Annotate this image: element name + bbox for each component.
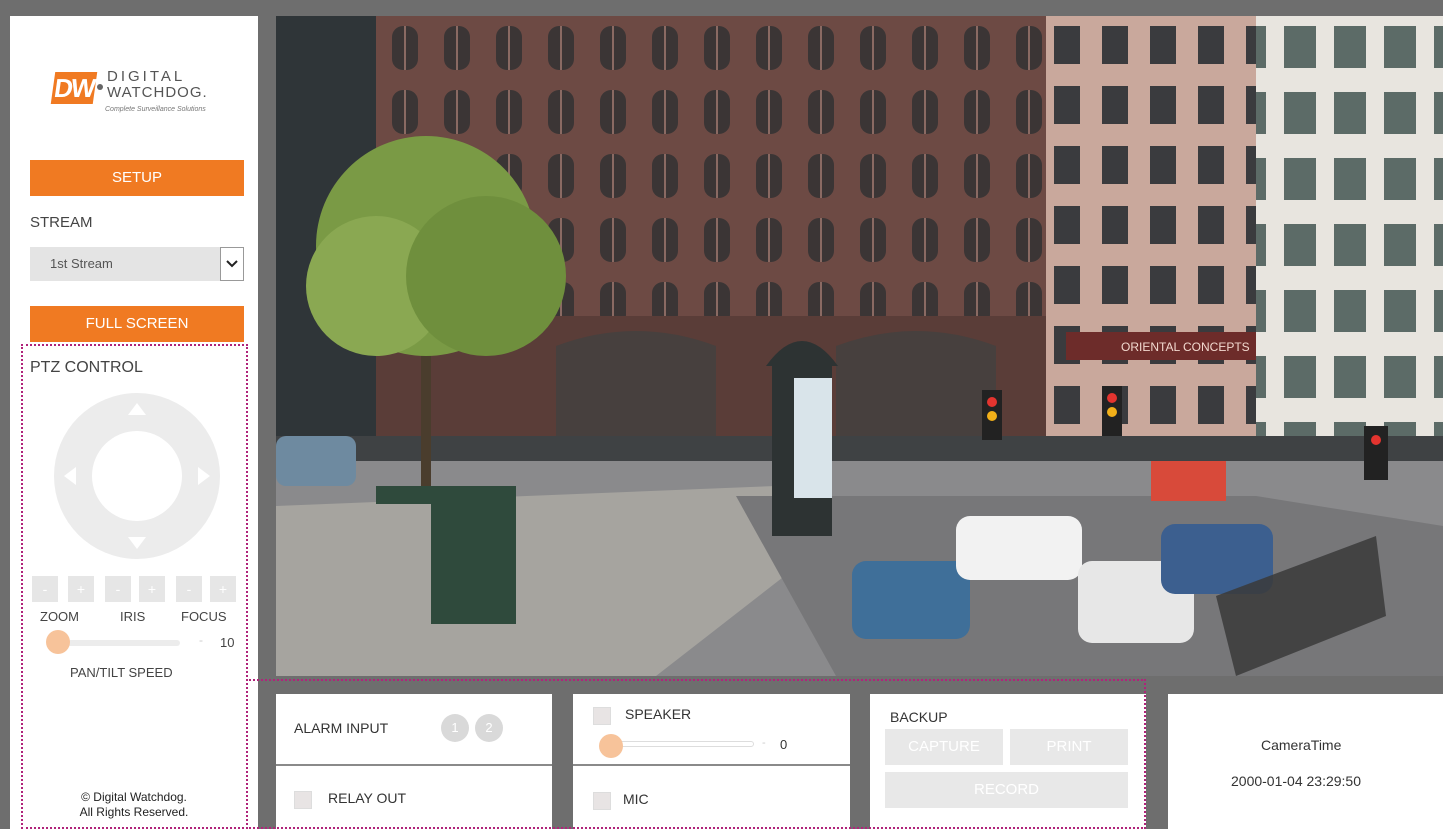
logo-tagline: Complete Surveillance Solutions: [105, 106, 206, 113]
street-scene-image: ORIENTAL CONCEPTS: [276, 16, 1443, 676]
pan-right-arrow-icon[interactable]: [198, 467, 210, 485]
relay-out-checkbox[interactable]: [294, 791, 312, 809]
relay-out-label: RELAY OUT: [328, 790, 407, 806]
ptz-control-title: PTZ CONTROL: [30, 359, 143, 376]
print-button[interactable]: PRINT: [1010, 729, 1128, 765]
copyright: © Digital Watchdog. All Rights Reserved.: [10, 790, 258, 820]
camera-time-label: CameraTime: [1261, 737, 1342, 753]
mic-checkbox[interactable]: [593, 792, 611, 810]
speed-separator: -: [199, 633, 203, 647]
logo-mark: DW: [50, 72, 98, 104]
logo-name-line1: DIGITAL: [107, 68, 186, 85]
speaker-volume-handle[interactable]: [599, 734, 623, 758]
panel-divider: [276, 764, 552, 766]
stream-select-value: 1st Stream: [50, 256, 113, 271]
iris-close-button[interactable]: -: [105, 576, 131, 602]
pan-up-arrow-icon[interactable]: [128, 403, 146, 415]
speaker-volume-slider[interactable]: [604, 741, 754, 747]
focus-far-button[interactable]: +: [210, 576, 236, 602]
zoom-in-button[interactable]: +: [68, 576, 94, 602]
copyright-line1: © Digital Watchdog.: [81, 790, 187, 804]
shop-sign-text: ORIENTAL CONCEPTS: [1121, 340, 1250, 354]
mic-label: MIC: [623, 791, 649, 807]
speaker-volume-value: 0: [780, 737, 788, 752]
alarm-relay-panel: [276, 694, 552, 829]
iris-label: IRIS: [120, 609, 146, 624]
pan-left-arrow-icon[interactable]: [64, 467, 76, 485]
capture-button[interactable]: CAPTURE: [885, 729, 1003, 765]
camera-time-panel: [1168, 694, 1443, 829]
alarm-input-2-indicator[interactable]: 2: [475, 714, 503, 742]
zoom-label: ZOOM: [40, 609, 79, 624]
zoom-out-button[interactable]: -: [32, 576, 58, 602]
stream-select[interactable]: 1st Stream: [30, 247, 244, 281]
ptz-joystick[interactable]: [54, 393, 220, 559]
joystick-center[interactable]: [92, 431, 182, 521]
copyright-line2: All Rights Reserved.: [79, 805, 189, 819]
focus-near-button[interactable]: -: [176, 576, 202, 602]
pan-tilt-speed-label: PAN/TILT SPEED: [70, 665, 173, 680]
pan-tilt-speed-handle[interactable]: [46, 630, 70, 654]
camera-live-view[interactable]: ORIENTAL CONCEPTS: [276, 16, 1443, 676]
setup-button[interactable]: SETUP: [30, 160, 244, 196]
stream-label: STREAM: [30, 214, 93, 231]
speaker-label: SPEAKER: [625, 706, 692, 722]
digital-watchdog-logo: DW DIGITAL WATCHDOG. Complete Surveillan…: [50, 68, 233, 118]
backup-label: BACKUP: [890, 709, 948, 725]
logo-dot: [97, 84, 103, 90]
full-screen-button[interactable]: FULL SCREEN: [30, 306, 244, 342]
focus-label: FOCUS: [181, 609, 227, 624]
camera-time-value: 2000-01-04 23:29:50: [1231, 773, 1361, 789]
alarm-input-label: ALARM INPUT: [294, 720, 389, 736]
pan-down-arrow-icon[interactable]: [128, 537, 146, 549]
sidebar: DW DIGITAL WATCHDOG. Complete Surveillan…: [10, 16, 258, 829]
chevron-down-icon[interactable]: [220, 247, 244, 281]
audio-panel: [573, 694, 850, 829]
record-button[interactable]: RECORD: [885, 772, 1128, 808]
panel-divider: [573, 764, 850, 766]
iris-open-button[interactable]: +: [139, 576, 165, 602]
pan-tilt-speed-value: 10: [220, 635, 235, 650]
logo-name-line2: WATCHDOG.: [107, 84, 208, 101]
alarm-input-1-indicator[interactable]: 1: [441, 714, 469, 742]
speaker-separator: -: [762, 737, 766, 749]
speaker-checkbox[interactable]: [593, 707, 611, 725]
